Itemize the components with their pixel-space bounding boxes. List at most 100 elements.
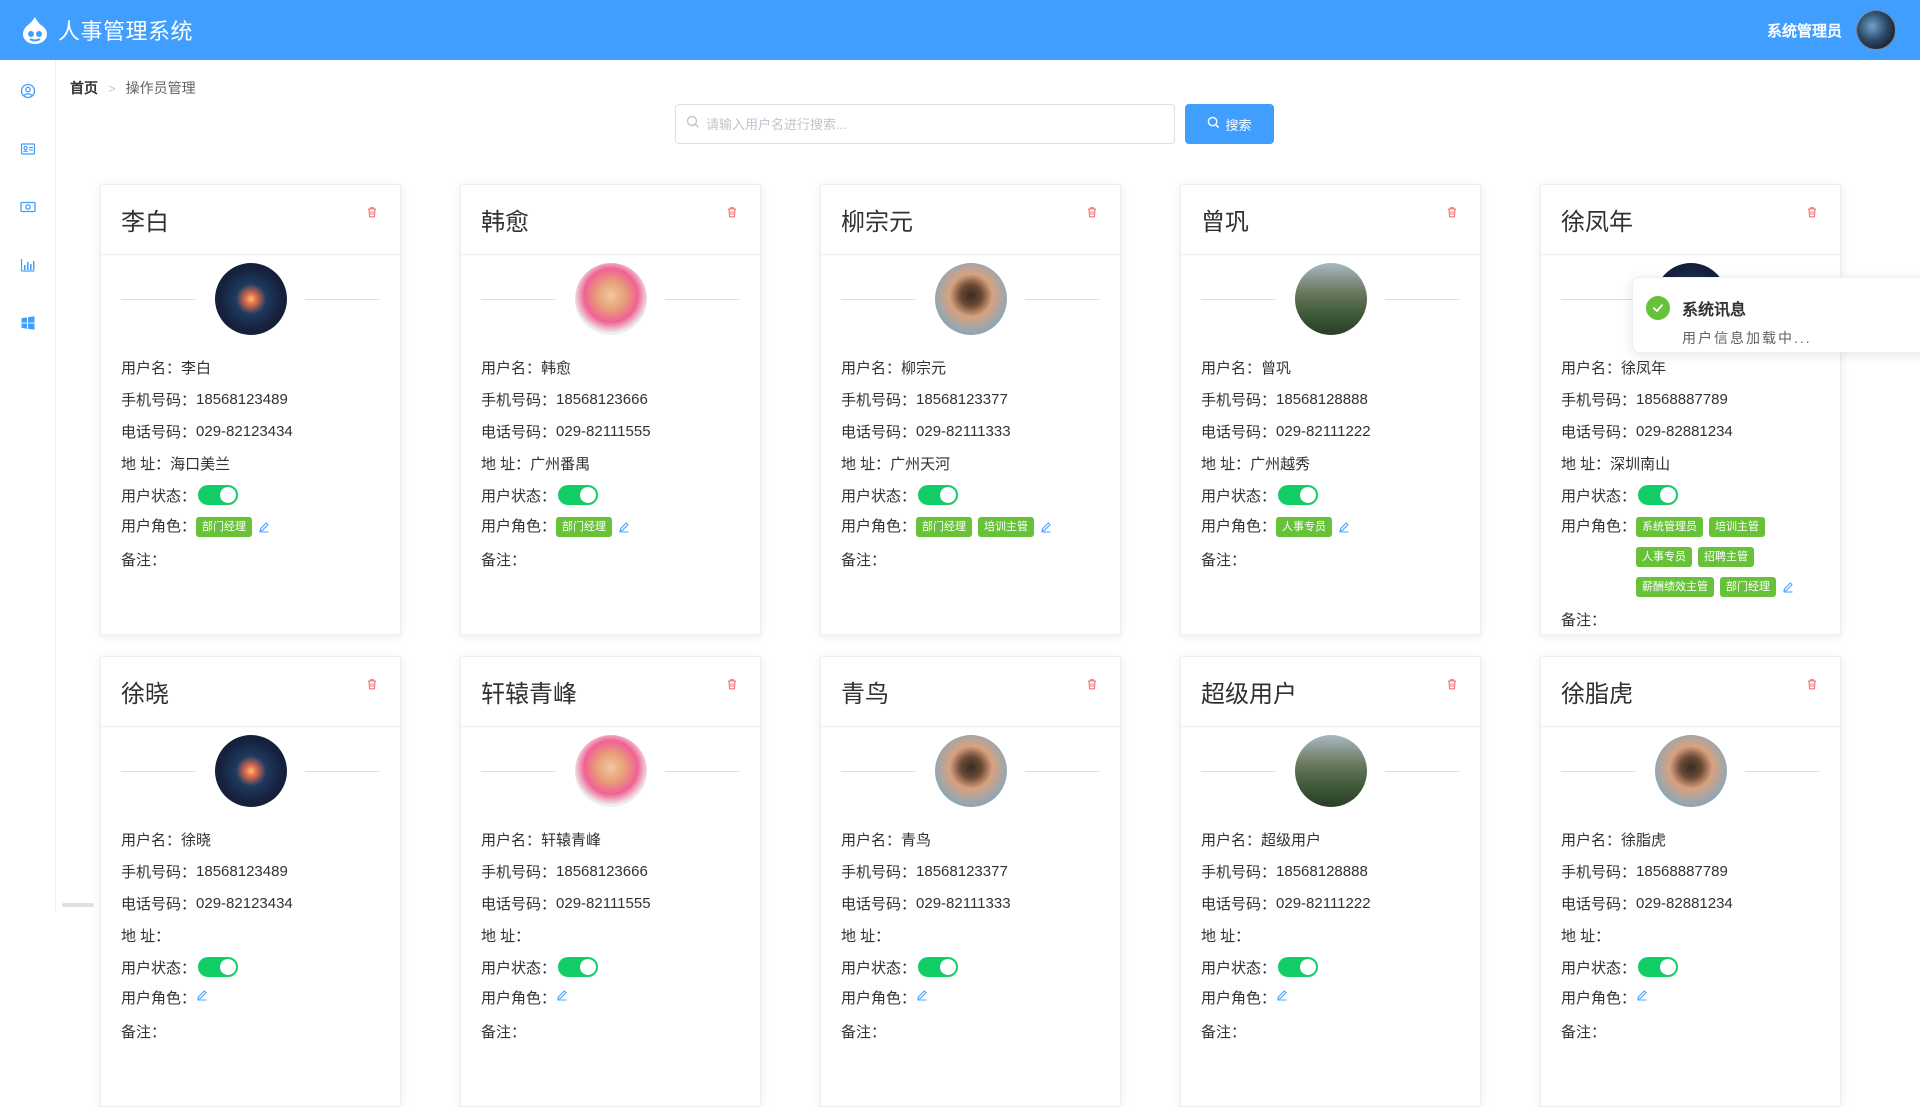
user-avatar[interactable] [1856, 10, 1896, 50]
mobile-label: 手机号码： [841, 391, 917, 409]
divider-line [481, 771, 556, 772]
bar-chart-icon[interactable] [19, 256, 37, 274]
current-user-name[interactable]: 系统管理员 [1767, 20, 1842, 41]
edit-pencil-icon[interactable] [1782, 581, 1794, 593]
delete-trash-icon[interactable] [726, 205, 740, 219]
username-value: 超级用户 [1261, 831, 1322, 849]
edit-pencil-icon[interactable] [556, 989, 568, 1001]
delete-trash-icon[interactable] [726, 677, 740, 691]
phone-label: 电话号码： [841, 423, 917, 441]
status-toggle[interactable] [1278, 957, 1319, 977]
username-value: 韩愈 [541, 359, 572, 377]
user-card: 徐晓 用户名： 徐晓 手机号码： 18568123489 电话号码： 029-8… [100, 656, 401, 1107]
status-toggle[interactable] [1638, 485, 1679, 505]
user-menu[interactable]: 系统管理员 [1767, 10, 1900, 50]
username-value: 曾巩 [1261, 359, 1292, 377]
status-toggle[interactable] [1278, 485, 1319, 505]
user-card: 徐凤年 用户名： 徐凤年 手机号码： 18568887789 电话号码： 029… [1540, 184, 1841, 635]
delete-trash-icon[interactable] [366, 205, 380, 219]
card-header: 青鸟 [821, 657, 1120, 727]
mobile-label: 手机号码： [1561, 391, 1637, 409]
search-field[interactable] [675, 104, 1175, 144]
roles-row: 用户角色： [1561, 983, 1820, 1015]
phone-value: 029-82881234 [1636, 422, 1733, 440]
search-bar: 搜索 [675, 104, 1274, 144]
phone-label: 电话号码： [1561, 895, 1637, 913]
user-card: 韩愈 用户名： 韩愈 手机号码： 18568123666 电话号码： 029-8… [460, 184, 761, 635]
status-toggle[interactable] [558, 957, 599, 977]
role-tags [196, 989, 208, 1001]
username-label: 用户名： [481, 359, 542, 377]
drupal-logo-icon [20, 15, 50, 45]
roles-row: 用户角色： 人事专员 [1201, 511, 1460, 543]
card-header: 轩辕青峰 [461, 657, 760, 727]
delete-trash-icon[interactable] [1446, 677, 1460, 691]
id-card-icon[interactable] [19, 140, 37, 158]
divider-line [305, 299, 380, 300]
user-card-grid: 李白 用户名： 李白 手机号码： 18568123489 电话号码： 029-8… [100, 184, 1841, 1107]
address-label: 地 址： [481, 455, 531, 473]
delete-trash-icon[interactable] [1446, 205, 1460, 219]
user-avatar-image [1654, 735, 1727, 807]
avatar-row [821, 731, 1120, 811]
edit-pencil-icon[interactable] [916, 989, 928, 1001]
card-header: 韩愈 [461, 185, 760, 255]
card-header: 柳宗元 [821, 185, 1120, 255]
role-tag: 部门经理 [1720, 577, 1777, 597]
edit-pencil-icon[interactable] [1040, 521, 1052, 533]
address-row: 地 址： [841, 919, 1100, 951]
status-toggle[interactable] [198, 485, 239, 505]
money-icon[interactable] [19, 198, 37, 216]
delete-trash-icon[interactable] [1086, 677, 1100, 691]
roles-label: 用户角色： [481, 990, 557, 1007]
status-toggle[interactable] [918, 957, 959, 977]
address-label: 地 址： [481, 927, 531, 945]
status-toggle[interactable] [558, 485, 599, 505]
status-toggle[interactable] [918, 485, 959, 505]
mobile-label: 手机号码： [1201, 863, 1277, 881]
remark-row: 备注： [1561, 1015, 1820, 1047]
brand[interactable]: 人事管理系统 [20, 14, 193, 46]
windows-icon[interactable] [19, 314, 37, 332]
card-info: 用户名： 李白 手机号码： 18568123489 电话号码： 029-8212… [101, 339, 400, 575]
edit-pencil-icon[interactable] [196, 989, 208, 1001]
edit-pencil-icon[interactable] [618, 521, 630, 533]
avatar-row [461, 731, 760, 811]
edit-pencil-icon[interactable] [1636, 989, 1648, 1001]
phone-value: 029-82123434 [196, 894, 293, 912]
edit-pencil-icon[interactable] [1338, 521, 1350, 533]
card-title: 曾巩 [1201, 209, 1249, 236]
delete-trash-icon[interactable] [1806, 677, 1820, 691]
delete-trash-icon[interactable] [1086, 205, 1100, 219]
user-avatar-image [1294, 263, 1367, 335]
success-check-icon [1646, 296, 1670, 320]
address-label: 地 址： [1201, 927, 1251, 945]
divider-line [1385, 771, 1460, 772]
avatar-row [1541, 731, 1840, 811]
role-tag: 部门经理 [196, 517, 253, 537]
horizontal-scrollbar[interactable] [62, 903, 94, 907]
user-circle-icon[interactable] [19, 82, 37, 100]
delete-trash-icon[interactable] [1806, 205, 1820, 219]
edit-pencil-icon[interactable] [1276, 989, 1288, 1001]
address-value: 广州越秀 [1250, 455, 1311, 473]
delete-trash-icon[interactable] [366, 677, 380, 691]
status-toggle[interactable] [198, 957, 239, 977]
username-row: 用户名： 徐晓 [121, 823, 380, 855]
status-toggle[interactable] [1638, 957, 1679, 977]
divider-line [305, 771, 380, 772]
address-row: 地 址： [121, 919, 380, 951]
phone-row: 电话号码： 029-82881234 [1561, 887, 1820, 919]
search-input[interactable] [706, 116, 1164, 132]
mobile-value: 18568123377 [916, 390, 1008, 408]
divider-line [841, 771, 916, 772]
remark-label: 备注： [841, 551, 887, 569]
mobile-row: 手机号码： 18568887789 [1561, 383, 1820, 415]
search-button[interactable]: 搜索 [1185, 104, 1274, 144]
role-tags: 部门经理 [196, 517, 270, 537]
card-info: 用户名： 青鸟 手机号码： 18568123377 电话号码： 029-8211… [821, 811, 1120, 1047]
edit-pencil-icon[interactable] [258, 521, 270, 533]
breadcrumb-home[interactable]: 首页 [70, 78, 98, 98]
remark-row: 备注： [1201, 543, 1460, 575]
username-value: 李白 [181, 359, 212, 377]
